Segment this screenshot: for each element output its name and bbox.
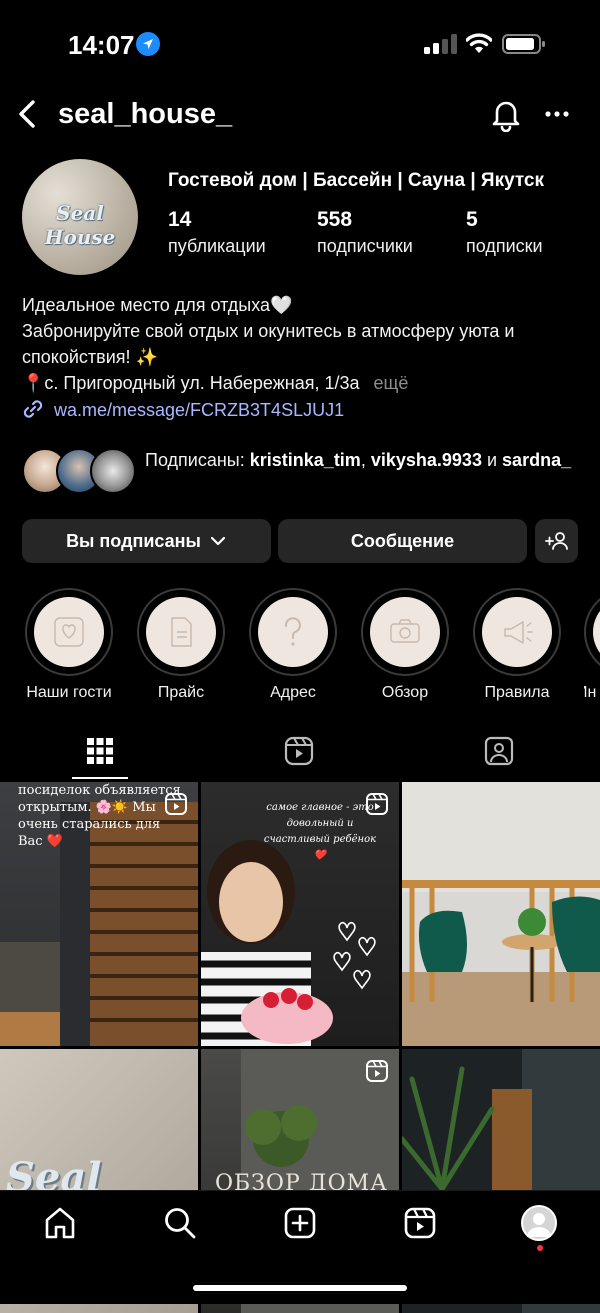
following-button-label: Вы подписаны bbox=[66, 530, 201, 551]
message-button[interactable]: Сообщение bbox=[278, 519, 527, 563]
highlight-ring bbox=[361, 588, 449, 676]
battery-icon bbox=[502, 34, 545, 54]
stat-posts-count: 14 bbox=[168, 208, 192, 231]
add-user-icon bbox=[544, 532, 568, 550]
post-caption: самое главное - это довольный и счастлив… bbox=[263, 802, 377, 861]
followed-by-prefix: Подписаны: bbox=[145, 450, 245, 470]
tab-tagged-icon[interactable] bbox=[484, 736, 514, 766]
suggest-users-button[interactable] bbox=[535, 519, 578, 563]
follower-separator: , bbox=[360, 450, 366, 470]
profile-link-text: wa.me/message/FCRZB3T4SLJUJ1 bbox=[54, 400, 345, 420]
mutual-followers-text[interactable]: Подписаны: kristinka_tim, vikysha.9933 и… bbox=[145, 448, 585, 473]
highlight-ring bbox=[473, 588, 561, 676]
highlight-label: Наши гости bbox=[26, 684, 112, 701]
bio-line: Забронируйте свой отдых и окунитесь в ат… bbox=[22, 321, 515, 341]
create-post-icon[interactable] bbox=[283, 1206, 317, 1240]
search-icon[interactable] bbox=[163, 1206, 197, 1240]
stat-following-label: подписки bbox=[466, 236, 543, 256]
more-options-icon[interactable] bbox=[544, 110, 570, 118]
highlight-overview[interactable]: Обзор bbox=[360, 588, 450, 702]
question-icon bbox=[284, 617, 301, 646]
wifi-icon bbox=[466, 33, 492, 53]
camera-icon bbox=[390, 619, 420, 643]
home-indicator[interactable] bbox=[193, 1285, 407, 1291]
profile-username: seal_house_ bbox=[58, 98, 233, 130]
highlight-ring bbox=[584, 588, 600, 676]
bio-line: спокойствия! ✨ bbox=[22, 347, 158, 367]
info-icon bbox=[593, 597, 600, 667]
highlight-label: Ин bbox=[584, 684, 597, 701]
post-image-lounge bbox=[402, 782, 600, 1046]
highlight-label: Правила bbox=[484, 684, 550, 701]
highlight-label: Адрес bbox=[270, 684, 316, 701]
chevron-down-icon bbox=[210, 536, 226, 546]
tab-reels-icon[interactable] bbox=[284, 736, 314, 766]
follower-username: vikysha.9933 bbox=[370, 450, 482, 470]
highlight-info[interactable]: Ин bbox=[584, 588, 600, 702]
highlight-ring bbox=[137, 588, 225, 676]
follower-avatar bbox=[90, 448, 136, 494]
bio-address-line: 📍с. Пригородный ул. Набережная, 1/3а ещё bbox=[22, 370, 582, 396]
tab-grid-icon[interactable] bbox=[85, 736, 115, 766]
following-button[interactable]: Вы подписаны bbox=[22, 519, 271, 563]
highlight-label: Прайс bbox=[157, 684, 205, 701]
highlight-address[interactable]: Адрес bbox=[248, 588, 338, 702]
post-tile[interactable]: самое главное - это довольный и счастлив… bbox=[201, 782, 399, 1046]
profile-tab-avatar[interactable] bbox=[521, 1205, 557, 1241]
bio-address: 📍с. Пригородный ул. Набережная, 1/3а bbox=[22, 373, 360, 393]
link-icon bbox=[23, 400, 43, 418]
follower-username: sardna_ bbox=[502, 450, 572, 470]
stat-following[interactable]: 5 подписки bbox=[466, 208, 600, 257]
stat-following-count: 5 bbox=[466, 208, 478, 231]
back-chevron-icon[interactable] bbox=[14, 98, 42, 130]
highlight-price[interactable]: Прайс bbox=[136, 588, 226, 702]
status-time: 14:07 bbox=[68, 30, 135, 60]
stat-posts[interactable]: 14 публикации bbox=[168, 208, 318, 257]
follower-username: kristinka_tim bbox=[249, 450, 361, 470]
notification-dot bbox=[537, 1245, 543, 1251]
profile-bio: Идеальное место для отдыха🤍 Забронируйте… bbox=[22, 292, 582, 396]
highlight-guests[interactable]: Наши гости bbox=[24, 588, 114, 702]
cellular-signal-icon bbox=[424, 34, 457, 54]
heart-hand-icon bbox=[54, 617, 84, 647]
reels-icon[interactable] bbox=[403, 1206, 437, 1240]
profile-link[interactable]: wa.me/message/FCRZB3T4SLJUJ1 bbox=[22, 398, 344, 421]
highlight-label: Обзор bbox=[381, 684, 429, 701]
stat-followers-label: подписчики bbox=[317, 236, 413, 256]
post-caption: посиделок объявляется открытым. 🌸☀️ Мы о… bbox=[18, 783, 181, 849]
profile-display-name: Гостевой дом | Бассейн | Сауна | Якутск bbox=[168, 170, 545, 191]
avatar-logo-text: Seal House bbox=[44, 201, 116, 249]
bio-line: Идеальное место для отдыха🤍 bbox=[22, 295, 293, 315]
profile-avatar[interactable]: Seal House bbox=[22, 159, 138, 275]
stat-followers-count: 558 bbox=[317, 208, 353, 231]
highlight-ring bbox=[249, 588, 337, 676]
highlight-ring bbox=[25, 588, 113, 676]
post-tile[interactable] bbox=[402, 782, 600, 1046]
megaphone-icon bbox=[504, 621, 533, 644]
highlight-rules[interactable]: Правила bbox=[472, 588, 562, 702]
stat-followers[interactable]: 558 подписчики bbox=[317, 208, 467, 257]
home-icon[interactable] bbox=[43, 1206, 77, 1240]
bio-more-link[interactable]: ещё bbox=[374, 373, 409, 393]
stat-posts-label: публикации bbox=[168, 236, 266, 256]
post-tile[interactable]: посиделок объявляется открытым. 🌸☀️ Мы о… bbox=[0, 782, 198, 1046]
mutual-followers-avatars[interactable] bbox=[22, 448, 140, 494]
follower-conjunction: и bbox=[486, 450, 498, 470]
highlight-info-clip: Ин bbox=[584, 588, 600, 718]
reel-badge-icon bbox=[366, 1060, 388, 1082]
reel-badge-icon bbox=[366, 793, 388, 815]
reel-badge-icon bbox=[165, 793, 187, 815]
active-tab-indicator bbox=[72, 777, 128, 779]
user-silhouette-icon bbox=[527, 1213, 551, 1237]
message-button-label: Сообщение bbox=[350, 530, 455, 551]
document-icon bbox=[171, 617, 192, 647]
notification-bell-icon[interactable] bbox=[488, 96, 524, 132]
location-arrow-icon bbox=[136, 32, 160, 56]
